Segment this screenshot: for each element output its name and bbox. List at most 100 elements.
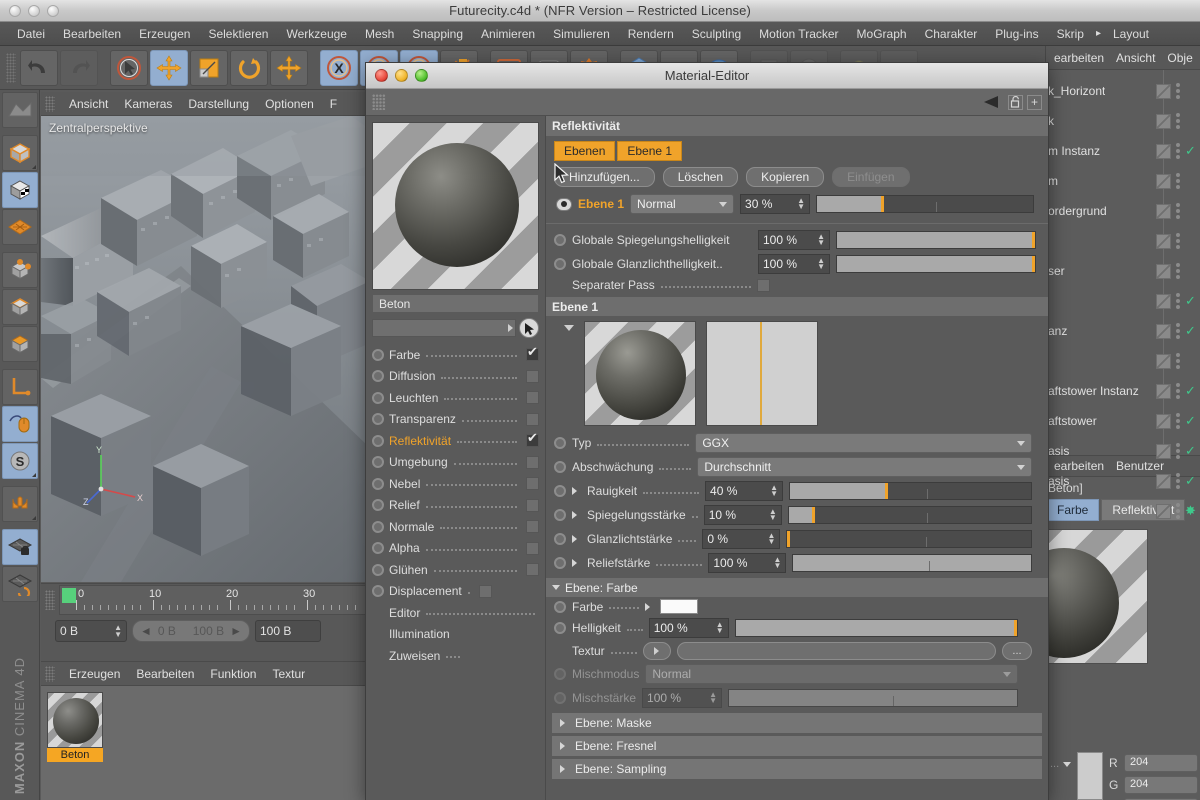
mm-menu-erzeugen[interactable]: Erzeugen: [61, 665, 128, 683]
mm-menu-funktion[interactable]: Funktion: [202, 665, 264, 683]
copy-layer-button[interactable]: Kopieren: [746, 167, 825, 187]
menu-selektieren[interactable]: Selektieren: [199, 24, 277, 44]
rauigkeit-field[interactable]: 40 % ▲ ▼: [705, 481, 784, 501]
layer-opacity-field[interactable]: 30 % ▲ ▼: [740, 194, 811, 214]
object-visible-check[interactable]: ✓: [1185, 143, 1196, 159]
viewport-menu-darstellung[interactable]: Darstellung: [180, 95, 257, 113]
menu-skript[interactable]: Skrip: [1048, 24, 1093, 44]
object-dots-icon[interactable]: [1176, 83, 1180, 99]
spiegelungsstaerke-field[interactable]: 10 % ▲ ▼: [703, 505, 782, 525]
editor-view-icon[interactable]: [1, 92, 38, 128]
object-row[interactable]: asis ✓: [1046, 466, 1200, 496]
object-dots-icon[interactable]: [1176, 203, 1180, 219]
viewport-menu-kameras[interactable]: Kameras: [116, 95, 180, 113]
param-radio-icon[interactable]: [554, 533, 566, 545]
material-thumbnail[interactable]: [47, 692, 103, 748]
reliefstaerke-slider[interactable]: [792, 554, 1032, 572]
menu-erzeugen[interactable]: Erzeugen: [130, 24, 199, 44]
object-row[interactable]: aftstower Instanz ✓: [1046, 376, 1200, 406]
color-swatch[interactable]: [1077, 752, 1103, 800]
frame-range-field[interactable]: ◄ 0 B 100 B ►: [132, 620, 250, 642]
current-frame-spinner[interactable]: ▲ ▼: [114, 624, 122, 639]
timeline-panel[interactable]: 0 10 20 30 0 B ▲ ▼ ◄ 0 B 100 B ► 100 B: [41, 583, 368, 661]
param-radio-icon[interactable]: [554, 557, 566, 569]
object-dots-icon[interactable]: [1176, 173, 1180, 189]
rauigkeit-spinner[interactable]: ▲ ▼: [770, 484, 778, 498]
point-mode-icon[interactable]: [1, 252, 38, 288]
expand-icon[interactable]: [572, 559, 581, 567]
section-ebene-sampling[interactable]: Ebene: Sampling: [552, 759, 1042, 779]
tab-ebene-1[interactable]: Ebene 1: [617, 141, 683, 161]
expand-icon[interactable]: [560, 719, 569, 727]
object-row[interactable]: k_Horizont: [1046, 76, 1200, 106]
scale-tool-button[interactable]: [190, 49, 228, 86]
back-arrow-icon[interactable]: [978, 94, 1004, 110]
menu-animieren[interactable]: Animieren: [472, 24, 544, 44]
object-tag-icon[interactable]: [1156, 203, 1171, 219]
channel-checkbox[interactable]: [526, 455, 539, 469]
layer-row[interactable]: Ebene 1 Normal 30 % ▲ ▼: [546, 191, 1048, 219]
texture-mode-icon[interactable]: [1, 172, 38, 208]
material-item-beton[interactable]: Beton: [47, 692, 103, 762]
object-row[interactable]: ordergrund: [1046, 196, 1200, 226]
channel-radio-icon[interactable]: [372, 348, 384, 361]
toolbar-grip[interactable]: [6, 52, 16, 83]
viewport-menu-ansicht[interactable]: Ansicht: [61, 95, 116, 113]
polygon-mode-icon[interactable]: [1, 209, 38, 245]
viewport-menu-filter[interactable]: F: [322, 95, 345, 113]
tab-ebenen[interactable]: Ebenen: [554, 141, 616, 161]
param-radio-icon[interactable]: [554, 600, 566, 613]
mouse-mode-icon[interactable]: [1, 406, 38, 442]
channel-editor[interactable]: Editor: [372, 602, 539, 624]
param-glanzlichtstaerke[interactable]: Glanzlichtstärke 0 % ▲ ▼: [546, 527, 1048, 551]
range-next-icon[interactable]: ►: [230, 624, 242, 638]
material-manager-grip[interactable]: [45, 665, 55, 682]
snap-mode-icon[interactable]: S: [1, 443, 38, 479]
channel-radio-icon[interactable]: [372, 391, 384, 404]
textur-browse-button[interactable]: ...: [1002, 642, 1032, 660]
param-radio-icon[interactable]: [554, 437, 566, 449]
axis-mode-icon[interactable]: [1, 369, 38, 405]
channel-nebel[interactable]: Nebel: [372, 473, 539, 495]
param-globale-spiegelungshelligkeit[interactable]: Globale Spiegelungshelligkeit 100 % ▲ ▼: [546, 228, 1048, 252]
param-radio-icon[interactable]: [554, 461, 566, 473]
rotate-tool-button[interactable]: [230, 49, 268, 86]
channel-displacement[interactable]: Displacement: [372, 581, 539, 603]
rgb-value-g[interactable]: 204: [1124, 776, 1198, 794]
object-row[interactable]: k: [1046, 106, 1200, 136]
glanzlichtstaerke-slider[interactable]: [786, 530, 1032, 548]
object-row[interactable]: [1046, 346, 1200, 376]
object-tag-icon[interactable]: [1156, 143, 1171, 159]
param-spiegelungsstaerke[interactable]: Spiegelungsstärke 10 % ▲ ▼: [546, 503, 1048, 527]
param-rauigkeit[interactable]: Rauigkeit 40 % ▲ ▼: [546, 479, 1048, 503]
redo-button[interactable]: [60, 49, 98, 86]
param-radio-icon[interactable]: [554, 234, 566, 246]
channel-normale[interactable]: Normale: [372, 516, 539, 538]
viewport-3d[interactable]: Zentralperspektive Y X Z: [41, 116, 368, 582]
edge-mode-icon[interactable]: [1, 289, 38, 325]
object-row[interactable]: ✸: [1046, 496, 1200, 526]
undo-button[interactable]: [20, 49, 58, 86]
object-dots-icon[interactable]: [1176, 383, 1180, 399]
add-panel-icon[interactable]: +: [1027, 94, 1042, 110]
rgb-row-r[interactable]: R 204: [1109, 752, 1198, 774]
reliefstaerke-spinner[interactable]: ▲ ▼: [773, 556, 781, 570]
menu-motion-tracker[interactable]: Motion Tracker: [750, 24, 847, 44]
channel-umgebung[interactable]: Umgebung: [372, 452, 539, 474]
menu-sculpting[interactable]: Sculpting: [683, 24, 750, 44]
magnet-tool-icon[interactable]: [1, 486, 38, 522]
channel-alpha[interactable]: Alpha: [372, 538, 539, 560]
channel-checkbox[interactable]: [526, 541, 539, 555]
add-layer-button[interactable]: Hinzufügen...: [554, 167, 655, 187]
viewport-menu-optionen[interactable]: Optionen: [257, 95, 322, 113]
main-menubar[interactable]: Datei Bearbeiten Erzeugen Selektieren We…: [0, 22, 1200, 46]
object-row[interactable]: m Instanz ✓: [1046, 136, 1200, 166]
channel-radio-icon[interactable]: [372, 499, 384, 512]
channel-radio-icon[interactable]: [372, 563, 384, 576]
layer-buttons[interactable]: Hinzufügen... Löschen Kopieren Einfügen: [546, 164, 1048, 191]
rgb-row-g[interactable]: G 204: [1109, 774, 1198, 796]
param-value-field[interactable]: 100 % ▲ ▼: [758, 254, 830, 274]
helligkeit-slider[interactable]: [734, 619, 1018, 637]
lock-workplane-icon[interactable]: [1, 529, 38, 565]
channel-reflektivitaet[interactable]: Reflektivität: [372, 430, 539, 452]
